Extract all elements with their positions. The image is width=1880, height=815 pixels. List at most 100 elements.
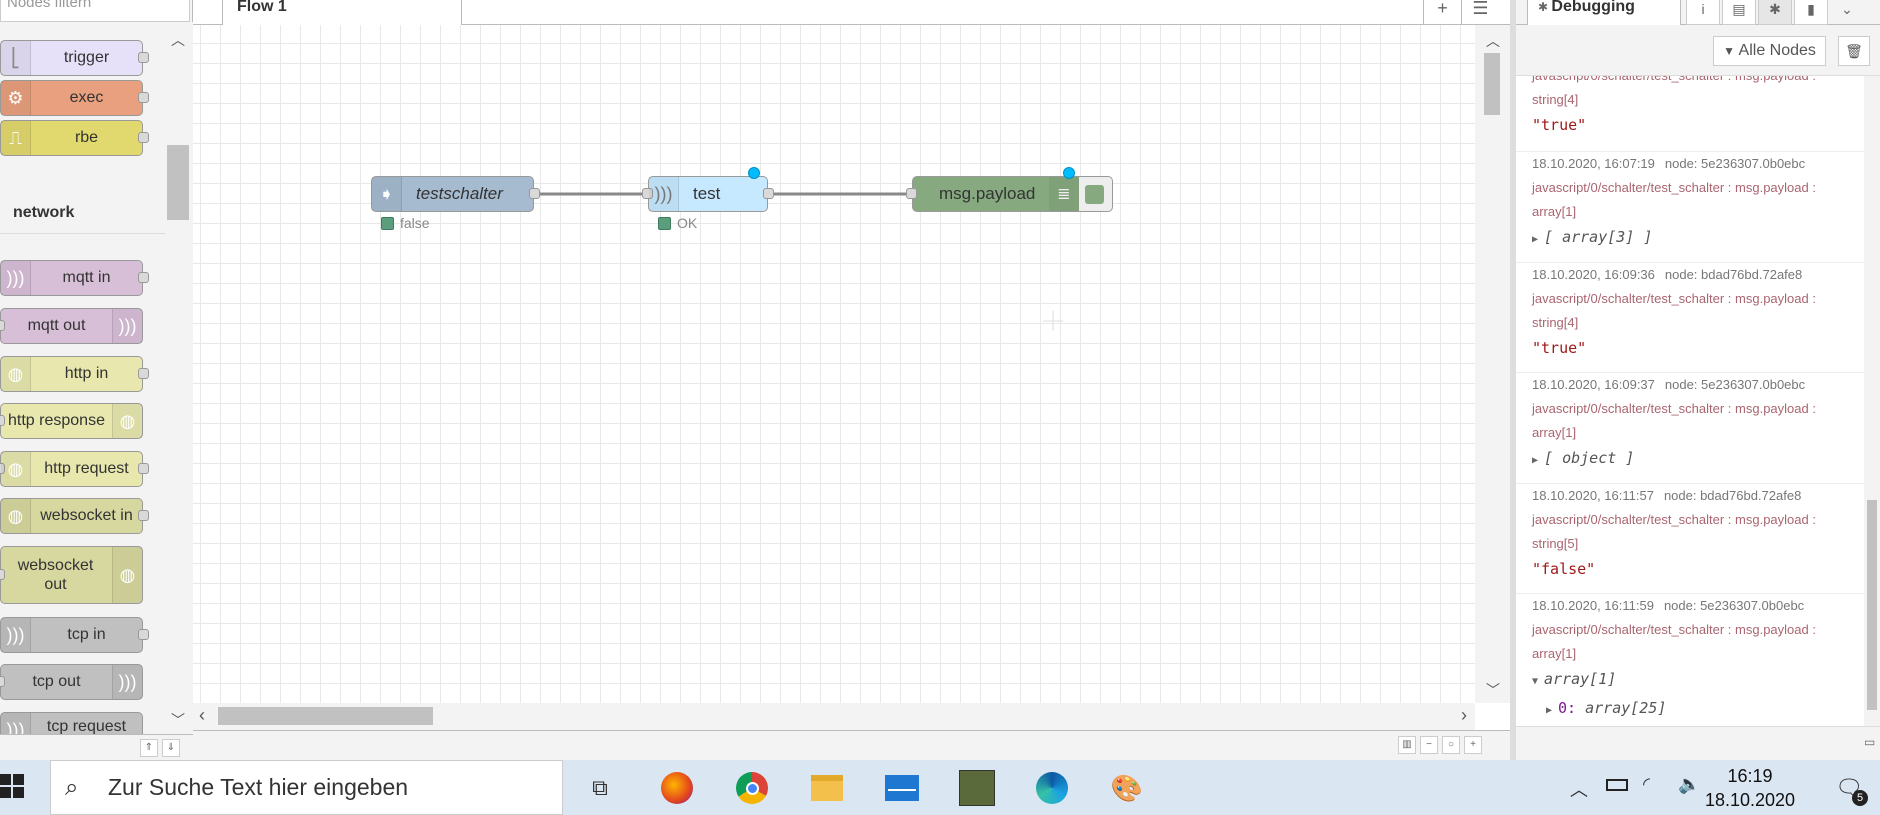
canvas-horizontal-scrollbar[interactable]: ‹ › bbox=[193, 703, 1475, 730]
palette-node-mqtt-in[interactable]: ))) mqtt in bbox=[0, 260, 149, 296]
add-flow-icon[interactable]: + bbox=[1423, 0, 1461, 25]
palette-node-tcp-request[interactable]: ))) tcp request bbox=[0, 712, 143, 734]
collapse-all-icon[interactable]: ⇑ bbox=[140, 739, 158, 757]
palette-node-rbe[interactable]: ⎍ rbe bbox=[0, 120, 149, 156]
navigator-icon[interactable]: ▥ bbox=[1398, 736, 1416, 754]
zoom-out-icon[interactable]: − bbox=[1420, 736, 1438, 754]
tab-debugging[interactable]: ✱ Debugging bbox=[1527, 0, 1681, 26]
message-path[interactable]: javascript/0/schalter/test_schalter : ms… bbox=[1532, 508, 1864, 532]
output-port[interactable] bbox=[138, 463, 149, 474]
game-app-icon[interactable] bbox=[957, 768, 997, 808]
expand-all-icon[interactable]: ⇓ bbox=[162, 739, 180, 757]
scroll-down-icon[interactable]: ﹀ bbox=[171, 710, 185, 730]
node-id-link[interactable]: node: 5e236307.0b0ebc bbox=[1664, 598, 1804, 613]
taskbar-search-input[interactable]: ⌕ Zur Suche Text hier eingeben bbox=[50, 760, 563, 815]
category-header-network[interactable]: network bbox=[0, 192, 165, 234]
palette-node-http-response[interactable]: http response ◍ bbox=[0, 403, 143, 439]
dashboard-chart-icon[interactable]: ▮ bbox=[1794, 0, 1828, 25]
task-view-icon[interactable]: ⧉ bbox=[580, 768, 620, 808]
filter-nodes-button[interactable]: ▼ Alle Nodes bbox=[1713, 36, 1826, 66]
info-icon[interactable]: i bbox=[1686, 0, 1720, 25]
output-port[interactable] bbox=[138, 52, 149, 63]
palette-node-websocket-out[interactable]: websocket out ◍ bbox=[0, 546, 143, 604]
palette-node-websocket-in[interactable]: ◍ websocket in bbox=[0, 498, 149, 534]
chevron-up-icon[interactable]: ︿ bbox=[1570, 776, 1588, 802]
debug-toggle-button[interactable] bbox=[1079, 176, 1113, 212]
canvas-hscroll-thumb[interactable] bbox=[218, 707, 433, 725]
sidebar-scroll-thumb[interactable] bbox=[1867, 500, 1877, 710]
palette-node-http-in[interactable]: ◍ http in bbox=[0, 356, 149, 392]
flow-node-testschalter[interactable]: ➧ testschalter bbox=[371, 176, 540, 212]
clock-time[interactable]: 16:19 bbox=[1715, 766, 1785, 787]
clear-log-button[interactable]: 🗑 bbox=[1838, 36, 1870, 66]
output-port[interactable] bbox=[138, 272, 149, 283]
node-id-link[interactable]: node: 5e236307.0b0ebc bbox=[1665, 377, 1805, 392]
input-port[interactable] bbox=[0, 320, 5, 331]
expand-caret-icon[interactable]: ▶ bbox=[1546, 698, 1552, 724]
scroll-up-icon[interactable]: ︿ bbox=[1486, 31, 1500, 51]
palette-node-http-request[interactable]: ◍ http request bbox=[0, 451, 149, 487]
collapse-caret-icon[interactable]: ▼ bbox=[1532, 669, 1538, 695]
file-explorer-icon[interactable] bbox=[807, 768, 847, 808]
popout-icon[interactable]: ▭ bbox=[1864, 735, 1875, 749]
clock-date[interactable]: 18.10.2020 bbox=[1700, 790, 1800, 811]
message-value[interactable]: "true" bbox=[1532, 112, 1864, 142]
message-path[interactable]: javascript/0/schalter/test_schalter : ms… bbox=[1532, 287, 1864, 311]
zoom-in-icon[interactable]: + bbox=[1464, 736, 1482, 754]
palette-scroll-thumb[interactable] bbox=[167, 145, 189, 220]
volume-icon[interactable]: 🔈 bbox=[1678, 774, 1700, 795]
output-port[interactable] bbox=[763, 188, 774, 199]
list-flows-icon[interactable]: ☰ bbox=[1461, 0, 1499, 25]
battery-icon[interactable] bbox=[1606, 779, 1628, 791]
expand-caret-icon[interactable]: ▶ bbox=[1532, 227, 1538, 253]
flow-node-test[interactable]: ))) test bbox=[642, 176, 774, 212]
node-id-link[interactable]: node: bdad76bd.72afe8 bbox=[1665, 267, 1802, 282]
chevron-down-icon[interactable]: ⌄ bbox=[1830, 0, 1864, 25]
input-port[interactable] bbox=[0, 676, 5, 687]
palette-scrollbar[interactable]: ︿ ﹀ bbox=[165, 22, 193, 734]
node-id-link[interactable]: node: 5e236307.0b0ebc bbox=[1665, 156, 1805, 171]
output-port[interactable] bbox=[529, 188, 540, 199]
firefox-icon[interactable] bbox=[657, 768, 697, 808]
palette-node-mqtt-out[interactable]: mqtt out ))) bbox=[0, 308, 143, 344]
output-port[interactable] bbox=[138, 92, 149, 103]
message-path[interactable]: javascript/0/schalter/test_schalter : ms… bbox=[1532, 397, 1864, 421]
message-child[interactable]: ▶ 0: array[25] bbox=[1532, 695, 1864, 724]
help-book-icon[interactable]: ▤ bbox=[1722, 0, 1756, 25]
debug-bug-icon[interactable]: ✱ bbox=[1758, 0, 1792, 25]
windows-start-icon[interactable] bbox=[0, 772, 30, 802]
message-value[interactable]: ▶[ array[3] ] bbox=[1532, 224, 1864, 253]
palette-node-tcp-in[interactable]: ))) tcp in bbox=[0, 617, 149, 653]
scroll-left-icon[interactable]: ‹ bbox=[199, 705, 205, 726]
output-port[interactable] bbox=[138, 629, 149, 640]
output-port[interactable] bbox=[138, 132, 149, 143]
edge-icon[interactable] bbox=[1032, 768, 1072, 808]
message-value[interactable]: ▶[ object ] bbox=[1532, 445, 1864, 474]
palette-node-tcp-out[interactable]: tcp out ))) bbox=[0, 664, 143, 700]
chrome-icon[interactable] bbox=[732, 768, 772, 808]
message-value[interactable]: ▼ array[1] bbox=[1532, 666, 1864, 695]
message-path[interactable]: javascript/0/schalter/test_schalter : ms… bbox=[1532, 176, 1864, 200]
output-port[interactable] bbox=[138, 510, 149, 521]
palette-node-exec[interactable]: ⚙ exec bbox=[0, 80, 149, 116]
palette-filter-input[interactable]: Nodes filtern bbox=[0, 0, 190, 22]
message-path[interactable]: javascript/0/schalter/test_schalter : ms… bbox=[1532, 618, 1864, 642]
input-port[interactable] bbox=[0, 569, 5, 580]
scroll-up-icon[interactable]: ︿ bbox=[171, 30, 185, 50]
node-id-link[interactable]: node: bdad76bd.72afe8 bbox=[1664, 488, 1801, 503]
message-value[interactable]: "false" bbox=[1532, 556, 1864, 586]
expand-caret-icon[interactable]: ▶ bbox=[1532, 448, 1538, 474]
input-port[interactable] bbox=[906, 188, 917, 199]
message-path[interactable]: javascript/0/schalter/test_schalter : ms… bbox=[1532, 76, 1864, 88]
zoom-reset-icon[interactable]: ○ bbox=[1442, 736, 1460, 754]
input-port[interactable] bbox=[0, 415, 5, 426]
canvas-vertical-scrollbar[interactable]: ︿ ﹀ bbox=[1475, 25, 1510, 703]
output-port[interactable] bbox=[138, 368, 149, 379]
canvas-vscroll-thumb[interactable] bbox=[1484, 53, 1500, 115]
flow-canvas[interactable]: ➧ testschalter false ))) test OK msg.pay… bbox=[193, 25, 1475, 703]
message-value[interactable]: "true" bbox=[1532, 335, 1864, 365]
palette-node-trigger[interactable]: ⎣ trigger bbox=[0, 40, 149, 76]
scroll-right-icon[interactable]: › bbox=[1461, 705, 1467, 726]
wifi-icon[interactable]: ◜ bbox=[1643, 774, 1650, 795]
scroll-down-icon[interactable]: ﹀ bbox=[1486, 680, 1500, 700]
